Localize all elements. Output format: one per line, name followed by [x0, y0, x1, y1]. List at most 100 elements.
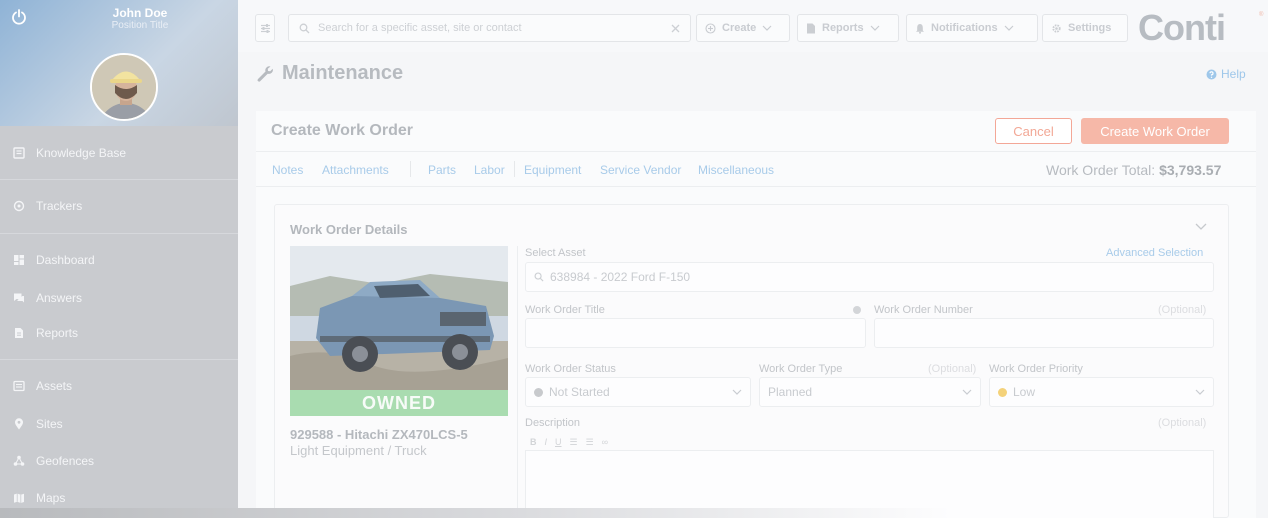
sidebar-item-dashboard[interactable]: Dashboard — [0, 248, 238, 272]
tab-miscellaneous[interactable]: Miscellaneous — [698, 163, 774, 177]
description-label: Description — [525, 417, 581, 429]
card-title: Work Order Details — [290, 222, 408, 237]
tab-divider — [410, 161, 411, 177]
select-asset-value: 638984 - 2022 Ford F-150 — [550, 270, 691, 284]
work-order-tabs: Notes Attachments Parts Labor Equipment … — [256, 151, 1256, 187]
clear-icon[interactable] — [671, 24, 680, 33]
help-link[interactable]: Help — [1206, 67, 1246, 81]
notifications-button[interactable]: Notifications — [906, 14, 1038, 42]
sidebar-item-label: Dashboard — [36, 253, 95, 267]
user-name: John Doe — [112, 6, 168, 20]
geofence-icon — [12, 454, 26, 468]
power-icon[interactable] — [10, 8, 28, 26]
sidebar-item-reports[interactable]: Reports — [0, 321, 238, 345]
sidebar-item-answers[interactable]: Answers — [0, 286, 238, 310]
filter-button[interactable] — [255, 14, 275, 42]
cancel-button[interactable]: Cancel — [995, 118, 1072, 144]
sidebar-item-assets[interactable]: Assets — [0, 374, 238, 398]
work-order-priority-select[interactable]: Low — [989, 377, 1214, 407]
sidebar-item-maps[interactable]: Maps — [0, 486, 238, 510]
brand-logo[interactable]: Conti — [1138, 7, 1226, 49]
pin-icon — [12, 417, 26, 431]
create-label: Create — [722, 22, 757, 34]
sidebar-item-sites[interactable]: Sites — [0, 412, 238, 436]
ownership-badge: OWNED — [290, 390, 508, 416]
search-icon — [534, 272, 544, 282]
tab-notes[interactable]: Notes — [272, 163, 303, 177]
tab-service-vendor[interactable]: Service Vendor — [600, 163, 681, 177]
create-work-order-button[interactable]: Create Work Order — [1081, 118, 1229, 144]
page-title: Maintenance — [256, 62, 403, 85]
chevron-down-icon[interactable] — [1195, 223, 1207, 230]
tab-labor[interactable]: Labor — [474, 163, 505, 177]
work-order-type-select[interactable]: Planned — [759, 377, 981, 407]
work-order-title-input[interactable] — [525, 318, 866, 348]
sidebar-item-knowledge-base[interactable]: Knowledge Base — [0, 141, 238, 165]
asset-name: 929588 - Hitachi ZX470LCS-5 — [290, 427, 468, 442]
create-button[interactable]: Create — [696, 14, 790, 42]
sidebar-item-label: Geofences — [36, 454, 95, 468]
notifications-label: Notifications — [931, 22, 998, 34]
sidebar-item-geofences[interactable]: Geofences — [0, 449, 238, 473]
sidebar-item-label: Knowledge Base — [36, 146, 127, 160]
chevron-down-icon — [1195, 389, 1205, 395]
window-edge-shadow — [0, 508, 1268, 518]
chevron-down-icon — [962, 389, 972, 395]
sliders-icon — [260, 23, 270, 33]
sidebar-item-label: Assets — [36, 379, 73, 393]
avatar[interactable] — [90, 53, 158, 121]
priority-dot — [998, 387, 1007, 397]
work-order-number-label: Work Order Number — [874, 304, 973, 316]
assets-icon — [12, 379, 26, 393]
chevron-down-icon — [762, 25, 772, 31]
settings-label: Settings — [1068, 22, 1112, 34]
work-order-number-input[interactable] — [874, 318, 1214, 348]
tab-attachments[interactable]: Attachments — [322, 163, 389, 177]
divider — [517, 246, 518, 518]
work-order-panel: Create Work Order Cancel Create Work Ord… — [256, 111, 1256, 518]
link-icon[interactable]: ∞ — [602, 437, 608, 447]
work-order-details-card: Work Order Details OWNED 929588 - Hitach… — [274, 204, 1229, 518]
question-circle-icon — [1206, 69, 1217, 79]
search-input[interactable] — [318, 22, 658, 34]
work-order-status-select[interactable]: Not Started — [525, 377, 751, 407]
gear-icon — [1052, 23, 1061, 33]
sidebar-item-label: Sites — [36, 417, 63, 431]
numbered-list-icon[interactable]: ☰ — [586, 437, 594, 448]
advanced-selection-link[interactable]: Advanced Selection — [1106, 247, 1203, 259]
italic-icon[interactable]: I — [545, 437, 548, 447]
tab-parts[interactable]: Parts — [428, 163, 456, 177]
wrench-icon — [257, 65, 273, 82]
report-icon — [807, 23, 815, 33]
reports-button[interactable]: Reports — [797, 14, 899, 42]
plus-circle-icon — [705, 22, 716, 34]
divider — [0, 359, 238, 360]
bold-icon[interactable]: B — [530, 437, 537, 447]
registered-mark: ® — [1259, 12, 1264, 18]
work-order-status-label: Work Order Status — [525, 363, 616, 375]
divider — [0, 233, 238, 234]
chevron-down-icon — [732, 389, 742, 395]
panel-title: Create Work Order — [271, 122, 413, 139]
work-order-priority-label: Work Order Priority — [989, 363, 1083, 375]
underline-icon[interactable]: U — [555, 437, 562, 447]
select-asset-field[interactable]: 638984 - 2022 Ford F-150 — [525, 262, 1214, 292]
work-order-type-label: Work Order Type — [759, 363, 843, 375]
profile-header: John Doe Position Title — [0, 0, 238, 126]
optional-label: (Optional) — [1158, 304, 1207, 316]
asset-type: Light Equipment / Truck — [290, 443, 427, 458]
bell-icon — [916, 23, 924, 34]
sidebar-item-trackers[interactable]: Trackers — [0, 194, 238, 218]
bullet-list-icon[interactable]: ☰ — [570, 437, 578, 448]
tab-equipment[interactable]: Equipment — [524, 163, 581, 177]
page-title-text: Maintenance — [282, 62, 404, 84]
work-order-title-label: Work Order Title — [525, 304, 605, 316]
target-icon — [12, 199, 26, 213]
status-value: Not Started — [549, 385, 610, 399]
status-dot — [534, 387, 543, 397]
user-position: Position Title — [111, 20, 169, 31]
book-icon — [12, 146, 26, 160]
total-value: $3,793.57 — [1159, 162, 1222, 178]
info-icon[interactable] — [853, 306, 861, 314]
settings-button[interactable]: Settings — [1042, 14, 1128, 42]
